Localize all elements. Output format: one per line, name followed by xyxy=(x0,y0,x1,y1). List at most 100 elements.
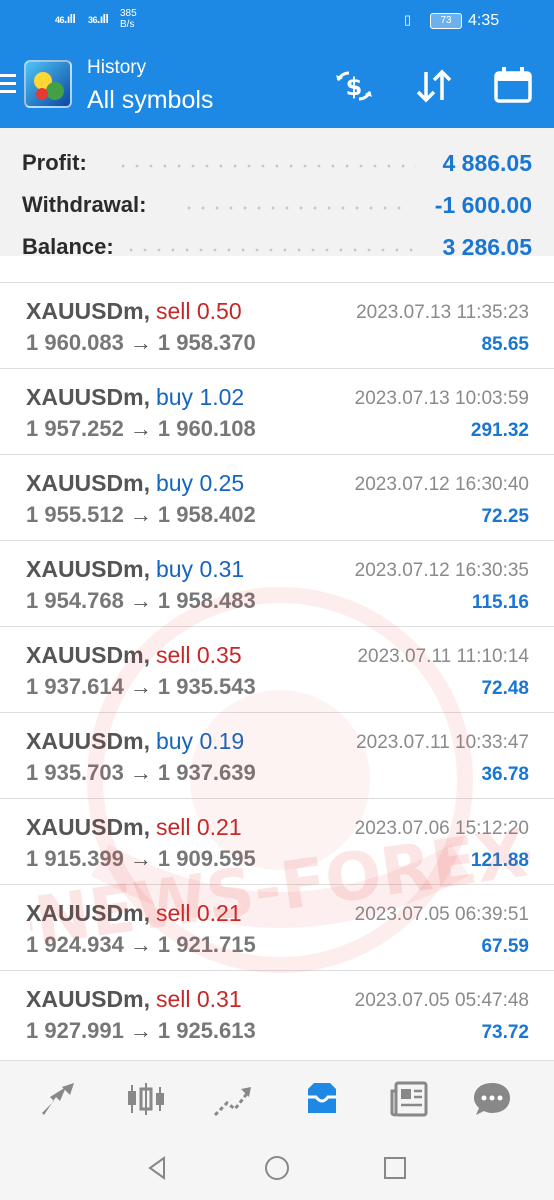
deal-profit: 85.65 xyxy=(481,334,529,355)
deal-volume: 0.31 xyxy=(199,556,245,582)
deal-type-label: sell xyxy=(155,298,191,324)
deal-row[interactable]: XAUUSDm, sell 0.21 1 924.934 → 1 921.715 2023… xyxy=(0,884,554,970)
deal-open-price: 1 915.399 xyxy=(26,846,124,871)
deal-type-label: sell xyxy=(155,900,191,926)
price-arrow: → xyxy=(129,846,152,871)
deal-type: buy 0.25 xyxy=(156,470,244,496)
system-navigation-bar xyxy=(0,1136,554,1200)
deal-type-label: buy xyxy=(155,384,194,410)
deal-symbol: XAUUSDm, buy 0.25 xyxy=(26,470,244,497)
deal-close-price: 1 921.715 xyxy=(157,932,256,957)
deal-type: sell 0.35 xyxy=(156,642,242,668)
symbol-filter[interactable]: All symbols xyxy=(87,86,213,115)
sort-arrows-icon[interactable] xyxy=(412,64,456,108)
deal-open-price: 1 955.512 xyxy=(26,502,124,527)
battery-level: 73 xyxy=(440,15,452,26)
bottom-navigation xyxy=(0,1060,554,1136)
network-speed-unit: B/s xyxy=(120,19,135,30)
price-arrow: → xyxy=(129,330,152,355)
quotes-icon[interactable] xyxy=(36,1077,80,1121)
deal-row[interactable]: XAUUSDm, buy 0.19 1 935.703 → 1 937.639 2023.… xyxy=(0,712,554,798)
deal-volume: 0.21 xyxy=(196,814,242,840)
news-icon[interactable] xyxy=(388,1077,432,1121)
calendar-icon[interactable] xyxy=(491,64,535,108)
deal-prices: 1 937.614 → 1 935.543 xyxy=(26,674,256,700)
sim2-label: 36 xyxy=(88,15,98,25)
deal-symbol: XAUUSDm, sell 0.21 xyxy=(26,814,242,841)
deal-volume: 0.35 xyxy=(196,642,242,668)
clock: 4:35 xyxy=(468,12,500,29)
withdrawal-value: -1 600.00 xyxy=(434,192,532,218)
deal-prices: 1 927.991 → 1 925.613 xyxy=(26,1018,256,1044)
messages-icon[interactable] xyxy=(470,1077,514,1121)
withdrawal-row: Withdrawal: -1 600.00 xyxy=(22,184,532,224)
deal-type-label: sell xyxy=(155,642,191,668)
dotted-leader xyxy=(124,248,422,252)
deal-symbol-name: XAUUSDm, xyxy=(26,298,150,324)
svg-text:$: $ xyxy=(346,73,363,101)
deal-type: sell 0.31 xyxy=(156,986,242,1012)
back-icon[interactable] xyxy=(144,1154,172,1182)
balance-label: Balance: xyxy=(22,234,114,259)
history-icon[interactable] xyxy=(300,1077,344,1121)
deal-time: 2023.07.12 16:30:35 xyxy=(354,560,529,581)
deal-row[interactable]: XAUUSDm, sell 0.31 1 927.991 → 1 925.613 2023… xyxy=(0,970,554,1056)
deal-row[interactable]: XAUUSDm, sell 0.21 1 915.399 → 1 909.595 2023… xyxy=(0,798,554,884)
network-speed: 385 B/s xyxy=(120,8,137,30)
deal-symbol: XAUUSDm, sell 0.35 xyxy=(26,642,242,669)
deal-prices: 1 960.083 → 1 958.370 xyxy=(26,330,256,356)
deal-open-price: 1 954.768 xyxy=(26,588,124,613)
deal-row[interactable]: XAUUSDm, buy 0.25 1 955.512 → 1 958.402 2023.… xyxy=(0,454,554,540)
deal-profit: 72.25 xyxy=(481,506,529,527)
menu-icon[interactable] xyxy=(0,74,16,98)
deal-time: 2023.07.05 06:39:51 xyxy=(354,904,529,925)
price-arrow: → xyxy=(129,932,152,957)
deal-list: XAUUSDm, sell 0.50 1 960.083 → 1 958.370 2023… xyxy=(0,282,554,1056)
deal-open-price: 1 935.703 xyxy=(26,760,124,785)
price-arrow: → xyxy=(129,502,152,527)
deal-profit: 121.88 xyxy=(470,850,529,871)
deal-type: sell 0.21 xyxy=(156,900,242,926)
deal-close-price: 1 958.370 xyxy=(157,330,256,355)
chart-icon[interactable] xyxy=(124,1077,168,1121)
currency-sort-icon[interactable]: $ xyxy=(332,64,376,108)
deal-row[interactable]: XAUUSDm, buy 0.31 1 954.768 → 1 958.483 2023.… xyxy=(0,540,554,626)
deal-volume: 0.50 xyxy=(196,298,242,324)
deal-profit: 73.72 xyxy=(481,1022,529,1043)
history-summary: Profit: 4 886.05 Withdrawal: -1 600.00 B… xyxy=(0,128,554,260)
sim2-signal-icon: 36.ıll xyxy=(88,12,109,26)
deal-symbol-name: XAUUSDm, xyxy=(26,642,150,668)
deal-type-label: sell xyxy=(155,986,191,1012)
trade-icon[interactable] xyxy=(211,1077,255,1121)
deal-type: sell 0.21 xyxy=(156,814,242,840)
price-arrow: → xyxy=(129,416,152,441)
recents-icon[interactable] xyxy=(381,1154,409,1182)
deal-volume: 0.31 xyxy=(196,986,242,1012)
deal-open-price: 1 937.614 xyxy=(26,674,124,699)
deal-open-price: 1 960.083 xyxy=(26,330,124,355)
deal-symbol-name: XAUUSDm, xyxy=(26,728,150,754)
balance-row: Balance: 3 286.05 xyxy=(22,226,532,266)
deal-symbol-name: XAUUSDm, xyxy=(26,814,150,840)
deal-open-price: 1 927.991 xyxy=(26,1018,124,1043)
deal-close-price: 1 958.483 xyxy=(157,588,256,613)
deal-type-label: buy xyxy=(155,728,194,754)
network-speed-value: 385 xyxy=(120,8,137,19)
deal-row[interactable]: XAUUSDm, sell 0.35 1 937.614 → 1 935.543 2023… xyxy=(0,626,554,712)
deal-type: buy 1.02 xyxy=(156,384,244,410)
deal-row[interactable]: XAUUSDm, buy 1.02 1 957.252 → 1 960.108 2023.… xyxy=(0,368,554,454)
deal-profit: 115.16 xyxy=(471,592,529,613)
deal-volume: 0.19 xyxy=(199,728,245,754)
app-bar: History All symbols $ xyxy=(0,44,554,128)
deal-symbol: XAUUSDm, buy 0.19 xyxy=(26,728,244,755)
deal-time: 2023.07.12 16:30:40 xyxy=(354,474,529,495)
price-arrow: → xyxy=(129,760,152,785)
deal-profit: 36.78 xyxy=(481,764,529,785)
home-icon[interactable] xyxy=(263,1154,291,1182)
deal-close-price: 1 909.595 xyxy=(157,846,256,871)
deal-row[interactable]: XAUUSDm, sell 0.50 1 960.083 → 1 958.370 2023… xyxy=(0,282,554,368)
deal-symbol: XAUUSDm, buy 1.02 xyxy=(26,384,244,411)
deal-type: buy 0.31 xyxy=(156,556,244,582)
deal-symbol-name: XAUUSDm, xyxy=(26,556,150,582)
deal-profit: 291.32 xyxy=(470,420,529,441)
